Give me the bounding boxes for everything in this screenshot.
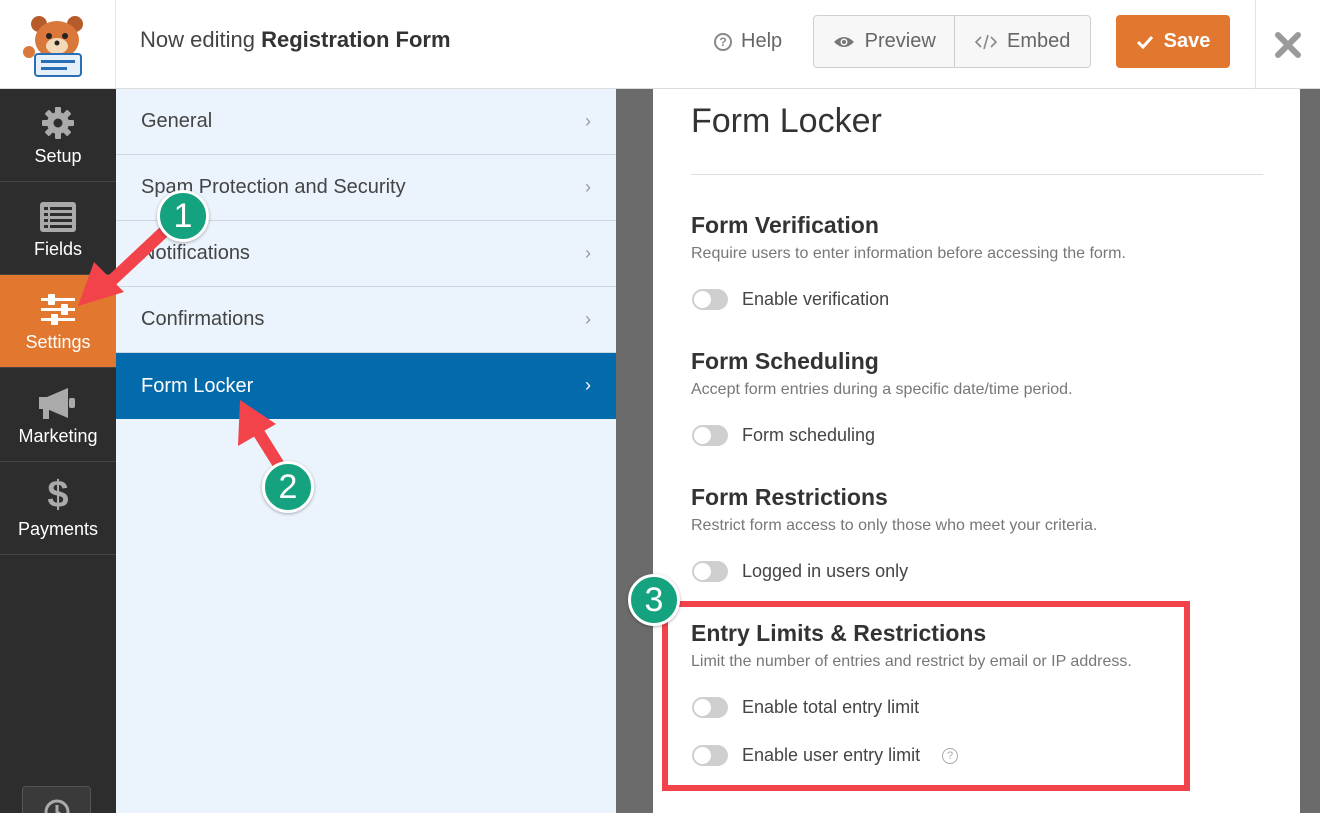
toggle-label: Logged in users only xyxy=(742,561,909,581)
svg-text:$: $ xyxy=(47,474,68,513)
toggle-row: Enable verification xyxy=(692,289,889,310)
wpforms-logo[interactable] xyxy=(0,0,116,89)
section-title: Form Verification xyxy=(691,212,879,238)
list-icon xyxy=(40,202,76,232)
help-link[interactable]: ? Help xyxy=(714,30,782,53)
close-icon xyxy=(1275,31,1301,58)
title-prefix: Now editing xyxy=(140,27,255,52)
bear-logo-icon xyxy=(22,15,83,77)
highlight-box xyxy=(662,601,1190,791)
top-bar: Now editing Registration Form ? Help Pre… xyxy=(0,0,1320,89)
sidebar-item-payments[interactable]: $ Payments xyxy=(0,462,116,555)
title-divider xyxy=(691,174,1263,175)
submenu-item-label: Form Locker xyxy=(141,374,254,397)
logged-in-users-toggle[interactable] xyxy=(692,561,728,582)
step-badge-1: 1 xyxy=(157,190,209,242)
sidebar-item-settings[interactable]: Settings xyxy=(0,275,116,368)
sidebar-item-setup[interactable]: Setup xyxy=(0,89,116,182)
question-circle-icon: ? xyxy=(714,32,732,51)
submenu-item-label: Notifications xyxy=(141,242,250,264)
checkmark-icon xyxy=(1136,35,1153,49)
megaphone-icon xyxy=(39,388,75,419)
step-badge-3: 3 xyxy=(628,574,680,626)
eye-icon xyxy=(833,36,854,47)
close-button[interactable] xyxy=(1255,0,1320,89)
section-description: Restrict form access to only those who m… xyxy=(691,517,1098,534)
sidebar-item-marketing[interactable]: Marketing xyxy=(0,369,116,462)
sidebar-item-fields[interactable]: Fields xyxy=(0,182,116,275)
submenu-item-general[interactable]: General › xyxy=(116,89,616,155)
toggle-label: Form scheduling xyxy=(742,425,876,445)
form-scheduling-toggle[interactable] xyxy=(692,425,728,446)
chevron-right-icon: › xyxy=(585,243,591,263)
submenu-item-label: General xyxy=(141,110,213,132)
toggle-row: Logged in users only xyxy=(692,561,908,582)
history-icon xyxy=(44,799,70,813)
submenu-item-form-locker[interactable]: Form Locker › xyxy=(116,353,616,419)
page-title: Now editing Registration Form xyxy=(140,27,451,53)
sidebar-item-label: Marketing xyxy=(18,426,98,446)
preview-label: Preview xyxy=(864,30,936,52)
step-badge-2: 2 xyxy=(262,461,314,513)
submenu-item-confirmations[interactable]: Confirmations › xyxy=(116,287,616,353)
toggle-row: Form scheduling xyxy=(692,425,875,446)
code-icon xyxy=(975,34,998,49)
section-description: Accept form entries during a specific da… xyxy=(691,381,1073,398)
chevron-right-icon: › xyxy=(585,375,591,395)
revisions-button[interactable] xyxy=(22,786,91,813)
chevron-right-icon: › xyxy=(585,111,591,131)
save-label: Save xyxy=(1163,30,1211,52)
embed-label: Embed xyxy=(1007,30,1071,52)
submenu-item-label: Confirmations xyxy=(141,308,265,330)
preview-button[interactable]: Preview xyxy=(814,16,956,67)
panel-title: Form Locker xyxy=(691,102,882,140)
preview-embed-group: Preview Embed xyxy=(813,15,1091,68)
section-description: Require users to enter information befor… xyxy=(691,245,1126,262)
sidebar-item-label: Fields xyxy=(33,239,82,259)
section-title: Form Scheduling xyxy=(691,348,879,374)
dollar-icon: $ xyxy=(47,474,68,513)
help-label: Help xyxy=(741,30,783,52)
toggle-label: Enable verification xyxy=(742,289,890,309)
gear-icon xyxy=(42,107,74,139)
builder-sidebar: Setup Fields Settings Marketing $ Paymen… xyxy=(0,89,116,813)
section-title: Form Restrictions xyxy=(691,484,888,510)
chevron-right-icon: › xyxy=(585,177,591,197)
sidebar-item-label: Settings xyxy=(25,332,91,352)
chevron-right-icon: › xyxy=(585,309,591,329)
sidebar-item-label: Payments xyxy=(17,519,99,539)
enable-verification-toggle[interactable] xyxy=(692,289,728,310)
sidebar-item-label: Setup xyxy=(34,146,82,166)
save-button[interactable]: Save xyxy=(1116,15,1230,68)
sliders-icon xyxy=(41,294,75,325)
embed-button[interactable]: Embed xyxy=(955,16,1090,67)
form-name: Registration Form xyxy=(261,27,451,52)
